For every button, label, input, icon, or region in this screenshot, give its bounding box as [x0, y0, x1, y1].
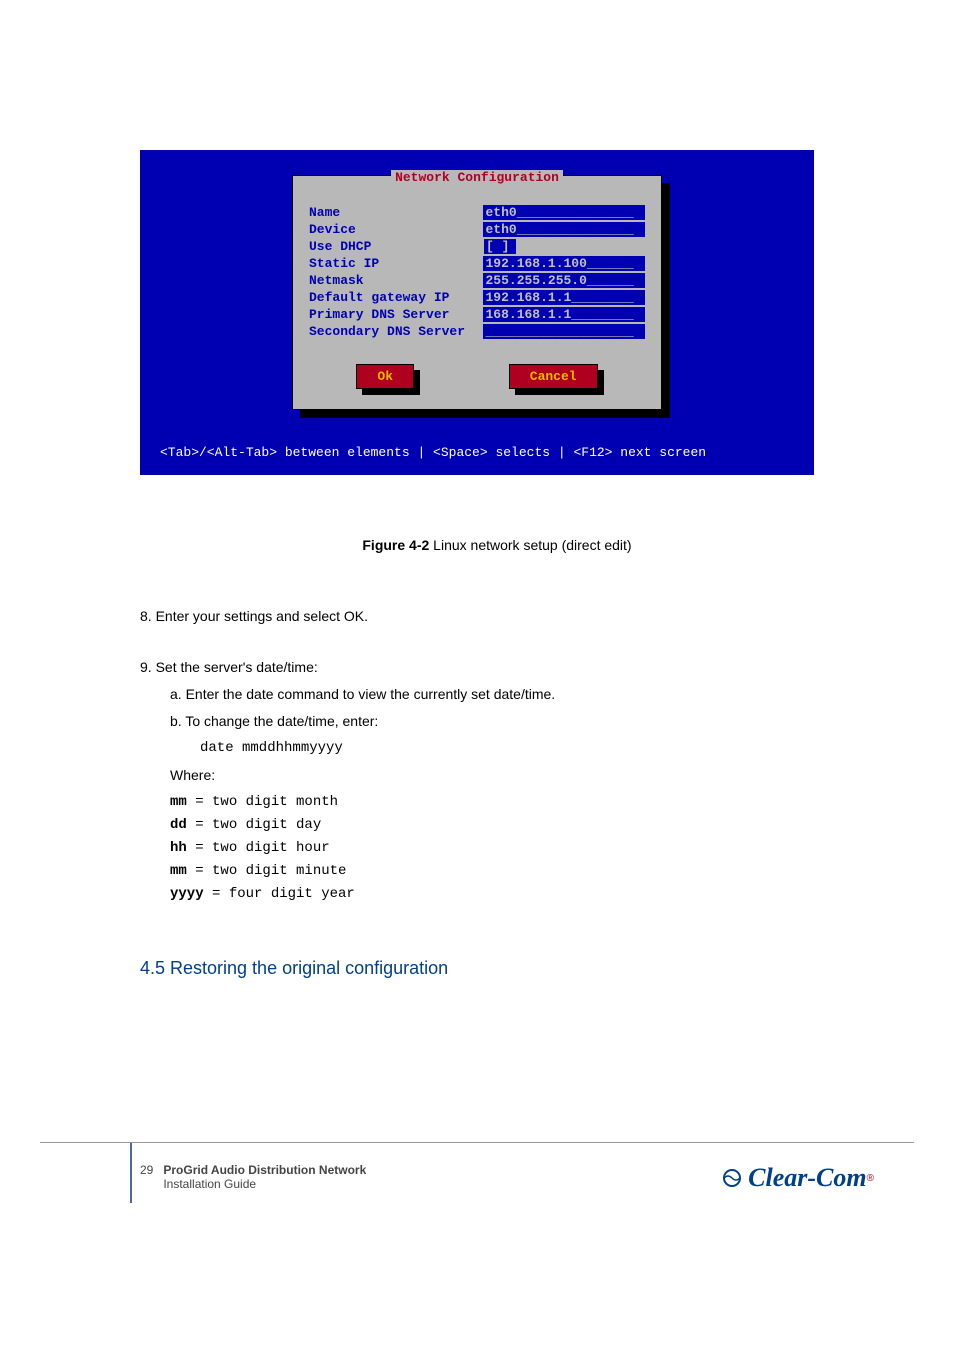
- secondary-dns-input[interactable]: ___________________: [483, 324, 645, 339]
- terminal-hint-bar: <Tab>/<Alt-Tab> between elements | <Spac…: [160, 435, 794, 460]
- step-8: 8. Enter your settings and select OK.: [140, 606, 854, 627]
- figure-caption: Figure 4-2 Linux network setup (direct e…: [140, 535, 854, 556]
- date-command: date mmddhhmmyyyy: [200, 738, 854, 759]
- legend-item: yyyy = four digit year: [170, 884, 854, 905]
- legend-item: mm = two digit month: [170, 792, 854, 813]
- static-ip-input[interactable]: 192.168.1.100______: [483, 256, 645, 271]
- primary-dns-input[interactable]: 168.168.1.1________: [483, 307, 645, 322]
- field-label: Secondary DNS Server: [309, 324, 483, 339]
- logo-icon: [722, 1168, 742, 1188]
- step-9a: 9. Set the server's date/time:: [140, 657, 854, 678]
- cancel-button[interactable]: Cancel: [509, 364, 598, 389]
- field-label: Use DHCP: [309, 239, 484, 254]
- legend-item: hh = two digit hour: [170, 838, 854, 859]
- logo-text: Clear-Com: [748, 1163, 866, 1193]
- legend-item: mm = two digit minute: [170, 861, 854, 882]
- netmask-input[interactable]: 255.255.255.0______: [483, 273, 645, 288]
- gateway-input[interactable]: 192.168.1.1________: [483, 290, 645, 305]
- terminal-screenshot: Network Configuration Nameeth0__________…: [140, 150, 814, 475]
- legend-item: dd = two digit day: [170, 815, 854, 836]
- name-input[interactable]: eth0_______________: [483, 205, 645, 220]
- page-footer-left: 29 ProGrid Audio Distribution Network In…: [140, 1163, 366, 1191]
- step-9b: a. Enter the date command to view the cu…: [170, 684, 854, 705]
- field-label: Netmask: [309, 273, 483, 288]
- field-label: Device: [309, 222, 483, 237]
- clear-com-logo: Clear-Com®: [722, 1163, 874, 1193]
- dialog-title: Network Configuration: [309, 170, 645, 185]
- field-label: Name: [309, 205, 483, 220]
- ok-button[interactable]: Ok: [356, 364, 414, 389]
- field-label: Static IP: [309, 256, 483, 271]
- section-heading: 4.5 Restoring the original configuration: [140, 955, 854, 982]
- where-label: Where:: [170, 765, 854, 786]
- network-config-dialog: Network Configuration Nameeth0__________…: [292, 175, 662, 410]
- dhcp-checkbox[interactable]: [ ]: [484, 239, 516, 254]
- field-label: Primary DNS Server: [309, 307, 483, 322]
- field-label: Default gateway IP: [309, 290, 483, 305]
- step-9c: b. To change the date/time, enter:: [170, 711, 854, 732]
- device-input[interactable]: eth0_______________: [483, 222, 645, 237]
